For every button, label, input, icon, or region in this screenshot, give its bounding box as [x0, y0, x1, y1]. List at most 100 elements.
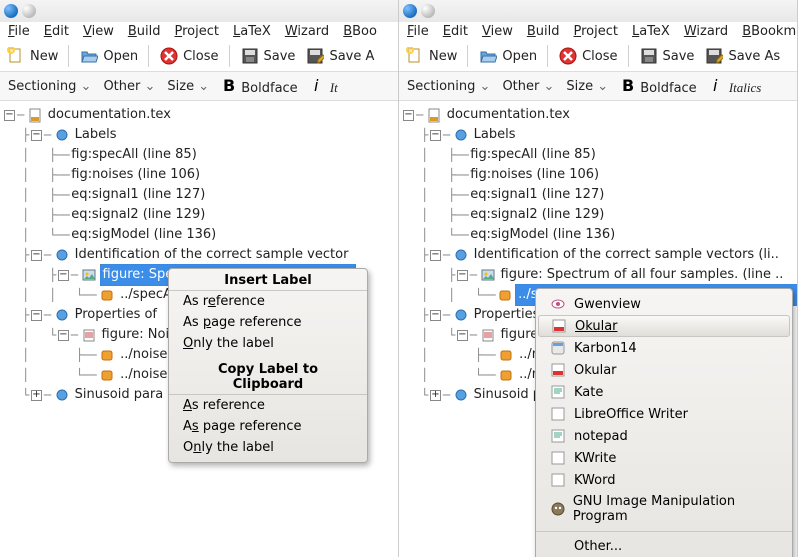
menu-item-okular[interactable]: Okular	[538, 315, 790, 337]
menu-project[interactable]: Project	[174, 24, 219, 39]
italics-button[interactable]: Italics	[709, 76, 762, 96]
sectioning-dropdown[interactable]: Sectioning	[407, 79, 490, 94]
menu-bookmarks[interactable]: BBookmar	[742, 24, 798, 39]
boldface-button[interactable]: Boldface	[221, 76, 298, 96]
menu-wizard[interactable]: Wizard	[684, 24, 728, 39]
save-button[interactable]: Save	[639, 46, 695, 66]
menu-project[interactable]: Project	[573, 24, 618, 39]
menu-item-copy-as-page-reference[interactable]: As page reference	[169, 416, 367, 437]
menu-build[interactable]: Build	[128, 24, 161, 39]
open-button[interactable]: Open	[478, 46, 537, 66]
expand-icon[interactable]: +	[430, 390, 441, 401]
collapse-icon[interactable]: −	[430, 250, 441, 261]
right-pane: File Edit View Build Project LaTeX Wizar…	[399, 0, 798, 557]
menu-item-only-label[interactable]: Only the label	[169, 333, 367, 354]
open-button[interactable]: Open	[79, 46, 138, 66]
boldface-button[interactable]: Boldface	[620, 76, 697, 96]
collapse-icon[interactable]: −	[31, 130, 42, 141]
menu-file[interactable]: File	[407, 24, 429, 39]
saveas-button[interactable]: Save A	[305, 46, 374, 66]
menu-item-karbon[interactable]: Karbon14	[536, 337, 792, 359]
tree-item[interactable]: │ └──eq:sigModel (line 136)	[2, 225, 396, 245]
tree-item[interactable]: │ ├──fig:noises (line 106)	[2, 165, 396, 185]
menu-item-kword[interactable]: KWord	[536, 469, 792, 491]
menu-item-okular-2[interactable]: Okular	[536, 359, 792, 381]
menu-item-as-reference[interactable]: As reference	[169, 291, 367, 312]
kate-icon	[550, 384, 566, 400]
collapse-icon[interactable]: −	[457, 270, 468, 281]
saveas-button[interactable]: Save As	[704, 46, 780, 66]
menu-item-kate[interactable]: Kate	[536, 381, 792, 403]
collapse-icon[interactable]: −	[457, 330, 468, 341]
menu-item-libreoffice-writer[interactable]: LibreOffice Writer	[536, 403, 792, 425]
menu-bookmarks[interactable]: BBoo	[343, 24, 377, 39]
menu-file[interactable]: FFileile	[8, 24, 30, 39]
italics-button[interactable]: It	[310, 76, 338, 96]
menu-item-label: Okular	[574, 363, 617, 378]
tree-item[interactable]: │ └──eq:sigModel (line 136)	[401, 225, 795, 245]
collapse-icon[interactable]: −	[403, 110, 414, 121]
collapse-icon[interactable]: −	[430, 130, 441, 141]
save-button[interactable]: Save	[240, 46, 296, 66]
italics-label: Italics	[729, 80, 762, 95]
window-button-icon[interactable]	[421, 4, 435, 18]
new-button[interactable]: New	[6, 46, 58, 66]
menu-header: Insert Label	[169, 269, 367, 291]
close-button[interactable]: Close	[159, 46, 218, 66]
collapse-icon[interactable]: −	[31, 310, 42, 321]
other-dropdown[interactable]: Other	[103, 79, 155, 94]
tree-section[interactable]: ├−─Identification of the correct sample …	[401, 245, 795, 265]
tree-item[interactable]: │ ├──eq:signal2 (line 129)	[2, 205, 396, 225]
menu-item-copy-as-reference[interactable]: As reference	[169, 395, 367, 416]
expand-icon[interactable]: +	[31, 390, 42, 401]
other-dropdown[interactable]: Other	[502, 79, 554, 94]
toolbar-main: New Open Close Save Save As	[399, 43, 797, 71]
menu-edit[interactable]: Edit	[443, 24, 468, 39]
menu-item-as-page-reference[interactable]: As page reference	[169, 312, 367, 333]
new-label: New	[30, 49, 58, 64]
menu-view[interactable]: View	[482, 24, 513, 39]
menu-item-gimp[interactable]: GNU Image Manipulation Program	[536, 491, 792, 527]
tree-root[interactable]: −─documentation.tex	[2, 105, 396, 125]
tree-section[interactable]: ├−─Identification of the correct sample …	[2, 245, 396, 265]
collapse-icon[interactable]: −	[58, 270, 69, 281]
tree-labels[interactable]: ├−─Labels	[401, 125, 795, 145]
menu-item-gwenview[interactable]: Gwenview	[536, 293, 792, 315]
menu-latex[interactable]: LaTeX	[233, 24, 271, 39]
menu-item-other[interactable]: Other...	[536, 536, 792, 557]
collapse-icon[interactable]: −	[31, 250, 42, 261]
menu-item-copy-only-label[interactable]: Only the label	[169, 437, 367, 458]
size-dropdown[interactable]: Size	[167, 79, 209, 94]
tree-figure[interactable]: │ ├−─figure: Spectrum of all four sample…	[401, 265, 795, 285]
gimp-icon	[550, 501, 565, 517]
menu-view[interactable]: View	[83, 24, 114, 39]
tree-item[interactable]: │ ├──eq:signal1 (line 127)	[2, 185, 396, 205]
collapse-icon[interactable]: −	[4, 110, 15, 121]
menu-build[interactable]: Build	[527, 24, 560, 39]
open-icon	[478, 46, 498, 66]
menu-wizard[interactable]: Wizard	[285, 24, 329, 39]
collapse-icon[interactable]: −	[58, 330, 69, 341]
window-button-icon[interactable]	[22, 4, 36, 18]
tree-item[interactable]: │ ├──fig:specAll (line 85)	[2, 145, 396, 165]
menu-latex[interactable]: LaTeX	[632, 24, 670, 39]
menu-item-label: KWord	[574, 473, 615, 488]
menu-item-notepad[interactable]: notepad	[536, 425, 792, 447]
tree-item[interactable]: │ ├──fig:noises (line 106)	[401, 165, 795, 185]
tree-labels[interactable]: ├−─Labels	[2, 125, 396, 145]
sectioning-dropdown[interactable]: Sectioning	[8, 79, 91, 94]
section-icon	[54, 307, 70, 323]
close-button[interactable]: Close	[558, 46, 617, 66]
tree-item[interactable]: │ ├──fig:specAll (line 85)	[401, 145, 795, 165]
collapse-icon[interactable]: −	[430, 310, 441, 321]
size-dropdown[interactable]: Size	[566, 79, 608, 94]
boldface-label: Boldface	[640, 81, 696, 96]
figure-icon	[81, 267, 97, 283]
menu-edit[interactable]: Edit	[44, 24, 69, 39]
graphics-icon	[99, 367, 115, 383]
new-button[interactable]: New	[405, 46, 457, 66]
tree-item[interactable]: │ ├──eq:signal2 (line 129)	[401, 205, 795, 225]
tree-root[interactable]: −─documentation.tex	[401, 105, 795, 125]
menu-item-kwrite[interactable]: KWrite	[536, 447, 792, 469]
tree-item[interactable]: │ ├──eq:signal1 (line 127)	[401, 185, 795, 205]
